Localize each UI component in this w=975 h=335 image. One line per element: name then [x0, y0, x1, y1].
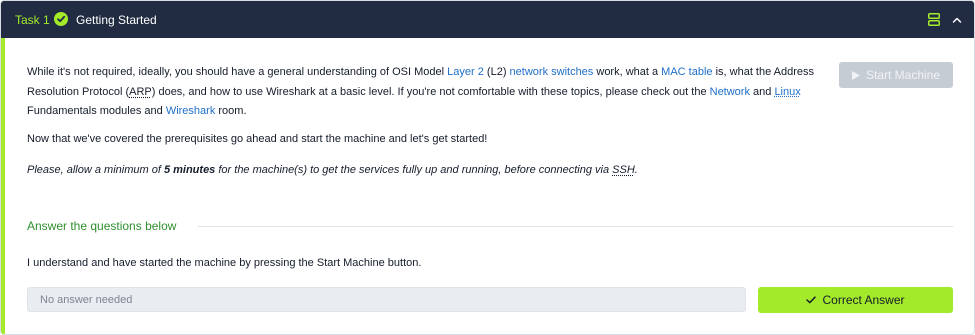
intro-paragraph: While it's not required, ideally, you sh…: [27, 63, 827, 122]
text: Please, allow a minimum of: [27, 164, 164, 176]
task-card: Task 1 Getting Started While it's not re…: [0, 0, 975, 335]
abbr-ssh[interactable]: SSH: [612, 164, 635, 176]
task-description: While it's not required, ideally, you sh…: [27, 63, 827, 122]
wait-duration: 5 minutes: [163, 164, 216, 176]
wait-notice: Please, allow a minimum of 5 minutes for…: [27, 164, 638, 176]
section-divider: [198, 226, 953, 227]
link-mac-table[interactable]: MAC table: [661, 66, 712, 78]
start-machine-button[interactable]: Start Machine: [839, 62, 953, 88]
correct-answer-label: Correct Answer: [822, 293, 905, 307]
link-linux-module[interactable]: Linux: [774, 86, 800, 98]
play-icon: [851, 70, 860, 80]
text: for the machine(s) to get the services f…: [215, 164, 613, 176]
link-layer2[interactable]: Layer 2: [447, 66, 484, 78]
check-circle-icon: [54, 12, 68, 26]
accent-bar: [1, 38, 5, 334]
task-title: Getting Started: [76, 13, 157, 27]
prerequisites-paragraph: Now that we've covered the prerequisites…: [27, 133, 488, 145]
chevron-up-icon[interactable]: [952, 13, 962, 31]
text: room.: [215, 105, 247, 117]
text: and: [749, 85, 775, 98]
text: (L2): [483, 66, 510, 78]
answer-input[interactable]: [27, 287, 746, 312]
text: work, what a: [593, 66, 662, 78]
task-header[interactable]: Task 1 Getting Started: [1, 1, 974, 38]
link-network-module[interactable]: Network: [710, 86, 750, 98]
task-number: Task 1: [15, 13, 50, 27]
text: Fundamentals modules and: [27, 105, 166, 117]
correct-answer-button[interactable]: Correct Answer: [758, 287, 953, 313]
question-text: I understand and have started the machin…: [27, 257, 422, 269]
text: While it's not required, ideally, you sh…: [27, 66, 448, 78]
link-wireshark-room[interactable]: Wireshark: [166, 105, 216, 117]
link-network-switches[interactable]: network switches: [510, 66, 594, 78]
abbr-arp[interactable]: ARP: [129, 86, 152, 98]
split-view-icon[interactable]: [928, 13, 940, 31]
text: .: [634, 164, 638, 176]
text: ) does, and how to use Wireshark at a ba…: [151, 85, 710, 98]
answer-section-heading: Answer the questions below: [27, 219, 177, 233]
start-machine-label: Start Machine: [865, 68, 941, 82]
check-icon: [806, 296, 817, 304]
